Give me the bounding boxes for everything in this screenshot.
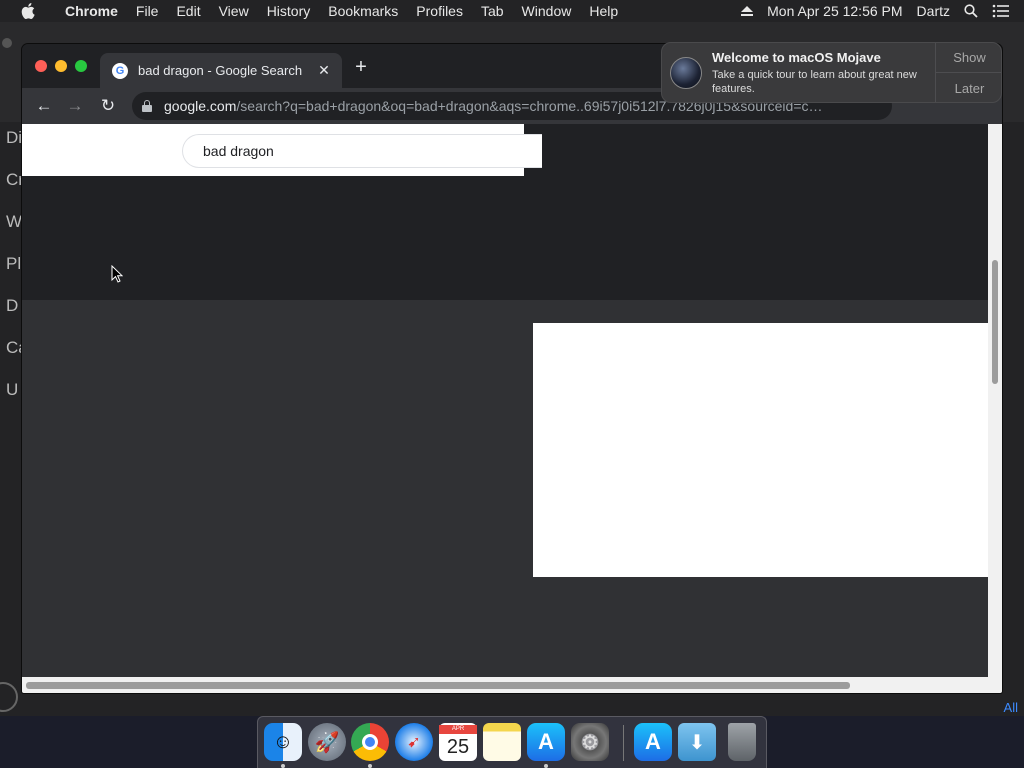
menu-view[interactable]: View [210, 3, 258, 19]
menu-tab[interactable]: Tab [472, 3, 513, 19]
url-domain: google.com [164, 98, 237, 114]
safari-icon[interactable]: ➹ [395, 723, 433, 761]
finder-icon[interactable]: ☺ [264, 723, 302, 761]
dock: ☺ 🚀 ➹ APR 25 A ⚙ A ⬇ [257, 716, 767, 768]
loading-content-panel [533, 323, 988, 577]
running-indicator [544, 764, 548, 768]
horizontal-scrollbar[interactable] [22, 677, 1002, 693]
google-search-input[interactable]: bad dragon [182, 134, 542, 168]
app-store-icon[interactable]: A [527, 723, 565, 761]
macos-notification[interactable]: Welcome to macOS Mojave Take a quick tou… [661, 42, 1002, 103]
menu-window[interactable]: Window [513, 3, 581, 19]
menu-edit[interactable]: Edit [167, 3, 209, 19]
search-query-text: bad dragon [203, 143, 274, 159]
notification-later-button[interactable]: Later [936, 73, 1001, 102]
menu-clock[interactable]: Mon Apr 25 12:56 PM [767, 3, 902, 19]
eject-icon[interactable] [741, 5, 754, 17]
background-link[interactable]: All [1004, 700, 1018, 715]
mouse-cursor-icon [111, 265, 123, 283]
background-window-button[interactable] [2, 38, 12, 48]
calendar-day: 25 [446, 735, 470, 758]
vertical-scroll-thumb[interactable] [992, 260, 998, 384]
menu-bar: Chrome File Edit View History Bookmarks … [0, 0, 1024, 22]
notification-body: Take a quick tour to learn about great n… [712, 69, 917, 95]
web-page-content: bad dragon [22, 124, 988, 677]
menu-history[interactable]: History [258, 3, 320, 19]
horizontal-scroll-thumb[interactable] [26, 682, 850, 689]
downloads-folder-icon[interactable]: ⬇ [678, 723, 716, 761]
google-favicon-icon: G [112, 62, 128, 79]
chrome-app-icon[interactable] [351, 723, 389, 761]
notes-icon[interactable] [483, 723, 521, 761]
forward-arrow-icon[interactable]: → [65, 96, 85, 116]
menu-user[interactable]: Dartz [917, 3, 950, 19]
tab-title: bad dragon - Google Search [138, 63, 303, 78]
apple-menu-icon[interactable] [0, 3, 56, 19]
background-sidebar-item[interactable]: D [6, 296, 18, 316]
background-sidebar-item[interactable]: Pl [6, 254, 21, 274]
background-sidebar-item[interactable]: Di [6, 128, 22, 148]
menu-file[interactable]: File [127, 3, 168, 19]
background-circle-button[interactable] [0, 682, 18, 712]
notification-actions: Show Later [935, 43, 1001, 102]
window-minimize-button[interactable] [55, 60, 67, 72]
app-store-download-icon[interactable]: A [634, 723, 672, 761]
mojave-icon [670, 57, 702, 89]
notification-center-icon[interactable] [992, 4, 1010, 18]
menu-app-name[interactable]: Chrome [56, 3, 127, 19]
menu-extras: Mon Apr 25 12:56 PM Dartz [741, 0, 1024, 22]
tab-close-icon[interactable]: ✕ [316, 62, 332, 78]
running-indicator [281, 764, 285, 768]
reload-icon[interactable]: ↻ [98, 96, 118, 116]
window-zoom-button[interactable] [75, 60, 87, 72]
search-bar-strip: bad dragon [22, 124, 542, 176]
running-indicator [368, 764, 372, 768]
notification-show-button[interactable]: Show [936, 43, 1001, 73]
dock-separator [623, 725, 624, 761]
menu-help[interactable]: Help [580, 3, 627, 19]
calendar-month: APR [439, 724, 477, 734]
menu-profiles[interactable]: Profiles [407, 3, 472, 19]
system-preferences-icon[interactable]: ⚙ [571, 723, 609, 761]
trash-icon[interactable] [728, 723, 756, 761]
background-sidebar-item[interactable]: W [6, 212, 22, 232]
launchpad-icon[interactable]: 🚀 [308, 723, 346, 761]
calendar-icon[interactable]: APR 25 [439, 723, 477, 761]
notification-title: Welcome to macOS Mojave [712, 50, 881, 65]
menu-bookmarks[interactable]: Bookmarks [319, 3, 407, 19]
browser-tab[interactable]: G bad dragon - Google Search ✕ [100, 53, 342, 88]
new-tab-plus-icon[interactable]: + [353, 57, 369, 77]
window-close-button[interactable] [35, 60, 47, 72]
background-sidebar-item[interactable]: U [6, 380, 18, 400]
back-arrow-icon[interactable]: ← [34, 96, 54, 116]
chrome-window: G bad dragon - Google Search ✕ + ← → ↻ g… [22, 44, 1002, 693]
lock-icon[interactable] [142, 100, 152, 112]
search-header-area: bad dragon [22, 124, 988, 300]
vertical-scrollbar[interactable] [988, 124, 1002, 677]
spotlight-search-icon[interactable] [964, 4, 978, 18]
